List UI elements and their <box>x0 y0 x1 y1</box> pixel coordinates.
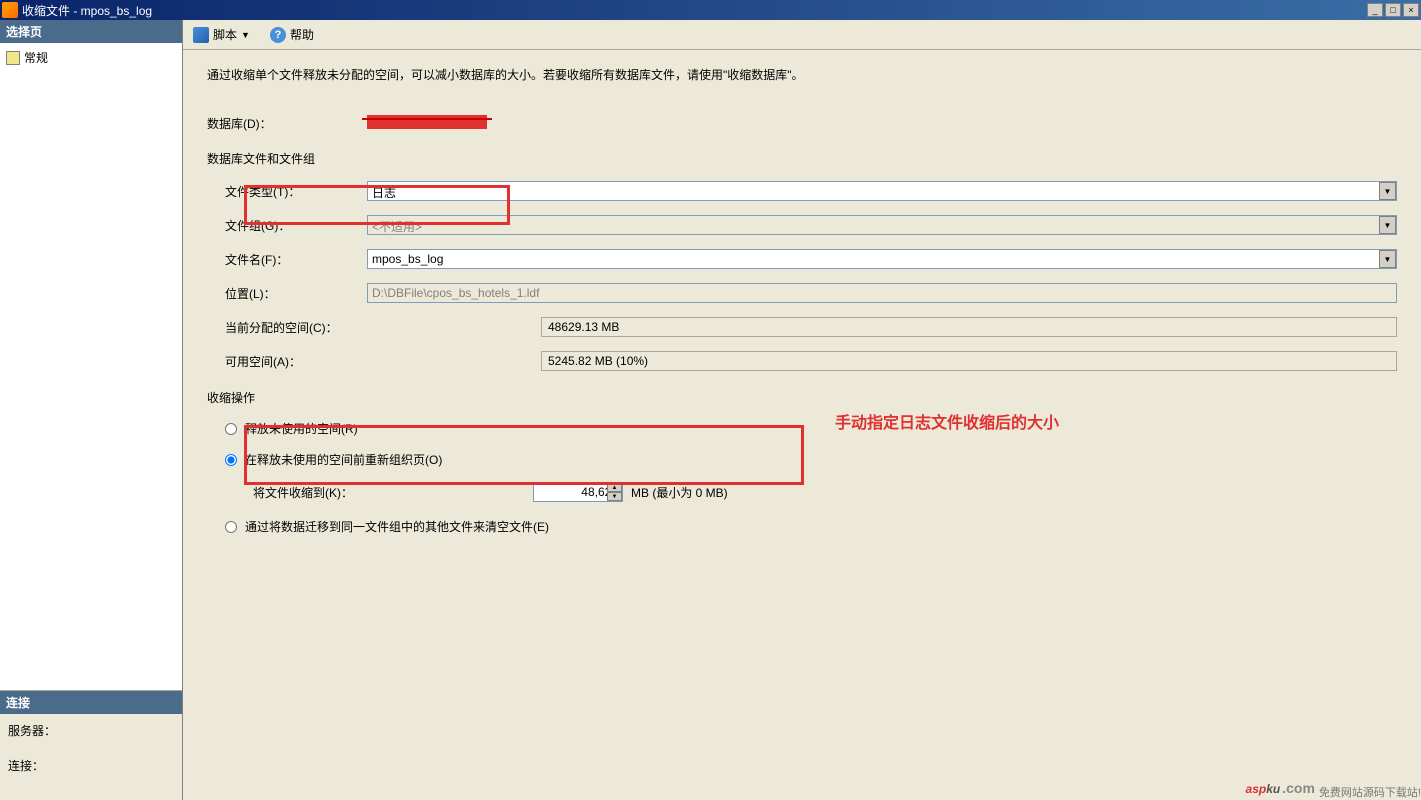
script-label: 脚本 <box>213 26 237 43</box>
watermark-logo-rest: ku <box>1266 782 1280 796</box>
watermark-com: .com <box>1282 780 1315 796</box>
current-space-label: 当前分配的空间(C)： <box>225 319 541 336</box>
file-name-label: 文件名(F)： <box>225 251 367 268</box>
database-value-redacted <box>367 115 487 129</box>
chevron-down-icon[interactable]: ▼ <box>1379 250 1396 268</box>
script-icon <box>193 27 209 43</box>
available-space-label: 可用空间(A)： <box>225 353 541 370</box>
window-title: 收缩文件 - mpos_bs_log <box>22 2 1367 19</box>
location-label: 位置(L)： <box>225 285 367 302</box>
file-type-label: 文件类型(T)： <box>225 183 367 200</box>
shrink-section-title: 收缩操作 <box>207 389 1397 406</box>
script-button[interactable]: 脚本 ▼ <box>189 24 254 45</box>
content-panel: 脚本 ▼ ? 帮助 通过收缩单个文件释放未分配的空间，可以减小数据库的大小。若要… <box>183 20 1421 800</box>
select-page-header: 选择页 <box>0 20 182 43</box>
file-type-select[interactable]: 日志 <box>367 181 1397 201</box>
chevron-down-icon: ▼ <box>241 30 250 40</box>
tree-item-label: 常规 <box>24 49 48 66</box>
close-button[interactable]: × <box>1403 3 1419 17</box>
watermark-sub: 免费网站源码下载站! <box>1319 784 1421 800</box>
radio-reorganize[interactable] <box>225 454 237 466</box>
server-label: 服务器： <box>8 722 174 739</box>
file-group-label: 文件组(G)： <box>225 217 367 234</box>
help-button[interactable]: ? 帮助 <box>266 24 318 45</box>
toolbar: 脚本 ▼ ? 帮助 <box>183 20 1421 50</box>
spinner-down-button[interactable]: ▼ <box>607 492 622 501</box>
connection-header: 连接 <box>0 691 182 714</box>
maximize-button[interactable]: □ <box>1385 3 1401 17</box>
shrink-to-spinner[interactable]: 48,629 ▲ ▼ <box>533 482 623 502</box>
chevron-down-icon[interactable]: ▼ <box>1379 182 1396 200</box>
database-label: 数据库(D)： <box>207 115 367 132</box>
current-space-value: 48629.13 MB <box>541 317 1397 337</box>
minimize-button[interactable]: _ <box>1367 3 1383 17</box>
radio-reorganize-label: 在释放未使用的空间前重新组织页(O) <box>245 451 442 468</box>
window-titlebar: 收缩文件 - mpos_bs_log _ □ × <box>0 0 1421 20</box>
help-icon: ? <box>270 27 286 43</box>
file-group-select: <不适用> <box>367 215 1397 235</box>
help-label: 帮助 <box>290 26 314 43</box>
radio-release-unused-label: 释放未使用的空间(R) <box>245 420 358 437</box>
page-tree: 常规 <box>0 43 182 690</box>
available-space-value: 5245.82 MB (10%) <box>541 351 1397 371</box>
chevron-down-icon: ▼ <box>1379 216 1396 234</box>
annotation-text: 手动指定日志文件收缩后的大小 <box>835 409 1059 433</box>
mb-hint: MB (最小为 0 MB) <box>631 484 728 501</box>
page-icon <box>6 51 20 65</box>
location-input: D:\DBFile\cpos_bs_hotels_1.ldf <box>367 283 1397 303</box>
radio-release-unused[interactable] <box>225 423 237 435</box>
spinner-up-button[interactable]: ▲ <box>607 483 622 492</box>
watermark-logo-a: asp <box>1246 782 1267 796</box>
shrink-to-label: 将文件收缩到(K)： <box>253 484 533 501</box>
file-name-select[interactable]: mpos_bs_log <box>367 249 1397 269</box>
tree-item-general[interactable]: 常规 <box>4 47 178 68</box>
window-icon <box>2 2 18 18</box>
watermark: aspku.com 免费网站源码下载站! <box>1246 768 1421 800</box>
file-group-section-title: 数据库文件和文件组 <box>207 150 1397 167</box>
connection-label: 连接： <box>8 757 174 774</box>
radio-migrate-label: 通过将数据迁移到同一文件组中的其他文件来清空文件(E) <box>245 518 549 535</box>
radio-migrate[interactable] <box>225 521 237 533</box>
left-panel: 选择页 常规 连接 服务器： 连接： <box>0 20 183 800</box>
description-text: 通过收缩单个文件释放未分配的空间，可以减小数据库的大小。若要收缩所有数据库文件，… <box>207 66 1397 83</box>
